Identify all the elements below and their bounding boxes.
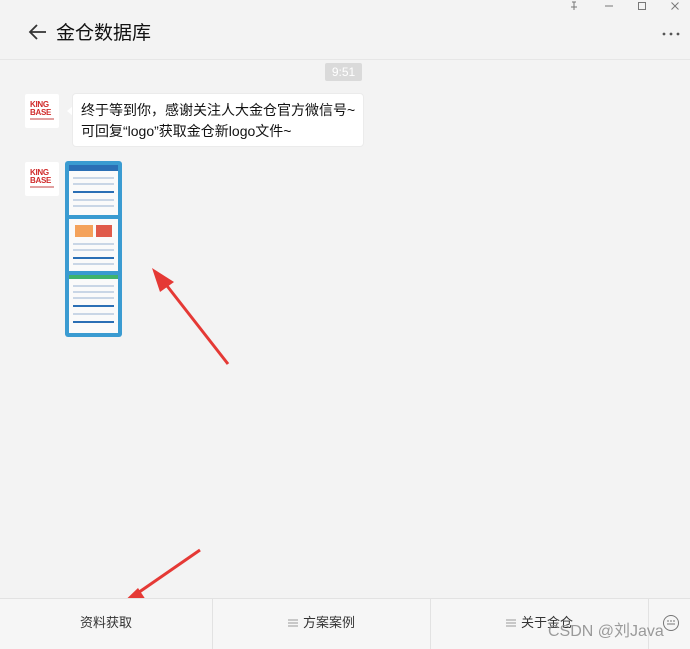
bottom-menu-bar: 资料获取 方案案例 关于金仓: [0, 598, 690, 649]
avatar-logo-text-2: BASE: [30, 176, 52, 185]
more-options-icon[interactable]: [661, 29, 681, 39]
avatar[interactable]: KING BASE: [25, 94, 59, 128]
menu-item-about[interactable]: 关于金仓: [431, 599, 649, 649]
arrow-image-annotation: [162, 281, 230, 365]
pin-icon[interactable]: [562, 0, 586, 16]
thumbnail-panel: [69, 219, 118, 271]
avatar-logo-subline: [30, 118, 54, 120]
avatar-logo-subline: [30, 186, 54, 188]
thumbnail-panel: [69, 165, 118, 215]
message-time: 9:51: [325, 63, 362, 81]
menu-item-label: 方案案例: [302, 615, 355, 630]
back-arrow-icon[interactable]: [26, 20, 50, 44]
arrow-menu-annotation: [131, 548, 201, 599]
menu-list-icon: [505, 619, 516, 627]
image-message-thumbnail[interactable]: [65, 161, 122, 337]
menu-list-icon: [287, 619, 298, 627]
message-line: 可回复“logo”获取金仓新logo文件~: [81, 123, 292, 139]
avatar-logo-text-2: BASE: [30, 108, 52, 117]
menu-item-label: 资料获取: [79, 615, 132, 630]
chat-title: 金仓数据库: [56, 23, 152, 44]
menu-item-materials[interactable]: 资料获取: [0, 599, 213, 649]
minimize-icon[interactable]: [597, 0, 621, 16]
menu-item-label: 关于金仓: [520, 615, 573, 630]
maximize-icon[interactable]: [630, 0, 654, 16]
text-message-bubble[interactable]: 终于等到你，感谢关注人大金仓官方微信号~ 可回复“logo”获取金仓新logo文…: [72, 93, 364, 147]
arrow-image-head: [152, 268, 174, 292]
message-line: 终于等到你，感谢关注人大金仓官方微信号~: [81, 102, 356, 118]
close-icon[interactable]: [663, 0, 687, 16]
keyboard-switch-icon[interactable]: [662, 614, 680, 632]
avatar[interactable]: KING BASE: [25, 162, 59, 196]
title-bar: 金仓数据库: [0, 0, 690, 60]
thumbnail-panel: [69, 275, 118, 333]
title-divider: [0, 59, 690, 60]
menu-item-cases[interactable]: 方案案例: [213, 599, 431, 649]
